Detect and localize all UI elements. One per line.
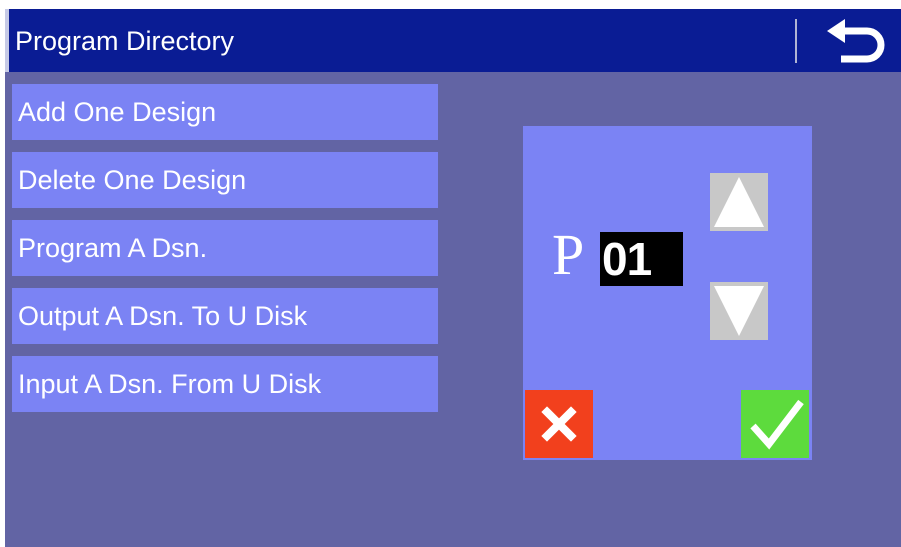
menu-item-label: Add One Design [18, 97, 217, 127]
add-design-button[interactable]: Add One Design [12, 84, 438, 140]
input-design-button[interactable]: Input A Dsn. From U Disk [12, 356, 438, 412]
back-arrow-icon [827, 19, 885, 63]
confirm-button[interactable] [741, 390, 809, 458]
program-select-dialog: P 01 [523, 126, 812, 460]
menu-item-label: Delete One Design [18, 165, 247, 195]
decrement-button[interactable] [710, 282, 768, 340]
program-design-button[interactable]: Program A Dsn. [12, 220, 438, 276]
screen: Program Directory Add One Design Delete … [5, 9, 901, 547]
page-title: Program Directory [15, 26, 235, 56]
delete-design-button[interactable]: Delete One Design [12, 152, 438, 208]
title-bar: Program Directory [5, 9, 901, 72]
check-icon [750, 399, 804, 450]
increment-button[interactable] [710, 173, 768, 231]
menu-item-label: Program A Dsn. [18, 233, 208, 263]
output-design-button[interactable]: Output A Dsn. To U Disk [12, 288, 438, 344]
triangle-down-icon [714, 286, 764, 336]
triangle-up-icon [714, 177, 764, 227]
menu-item-label: Output A Dsn. To U Disk [18, 301, 308, 331]
program-prefix: P [552, 222, 585, 287]
cancel-button[interactable] [525, 390, 593, 458]
back-button[interactable] [821, 17, 887, 65]
program-number-field[interactable]: 01 [600, 232, 683, 286]
cross-icon [541, 406, 577, 442]
menu-item-label: Input A Dsn. From U Disk [18, 369, 322, 399]
title-divider [795, 19, 797, 63]
